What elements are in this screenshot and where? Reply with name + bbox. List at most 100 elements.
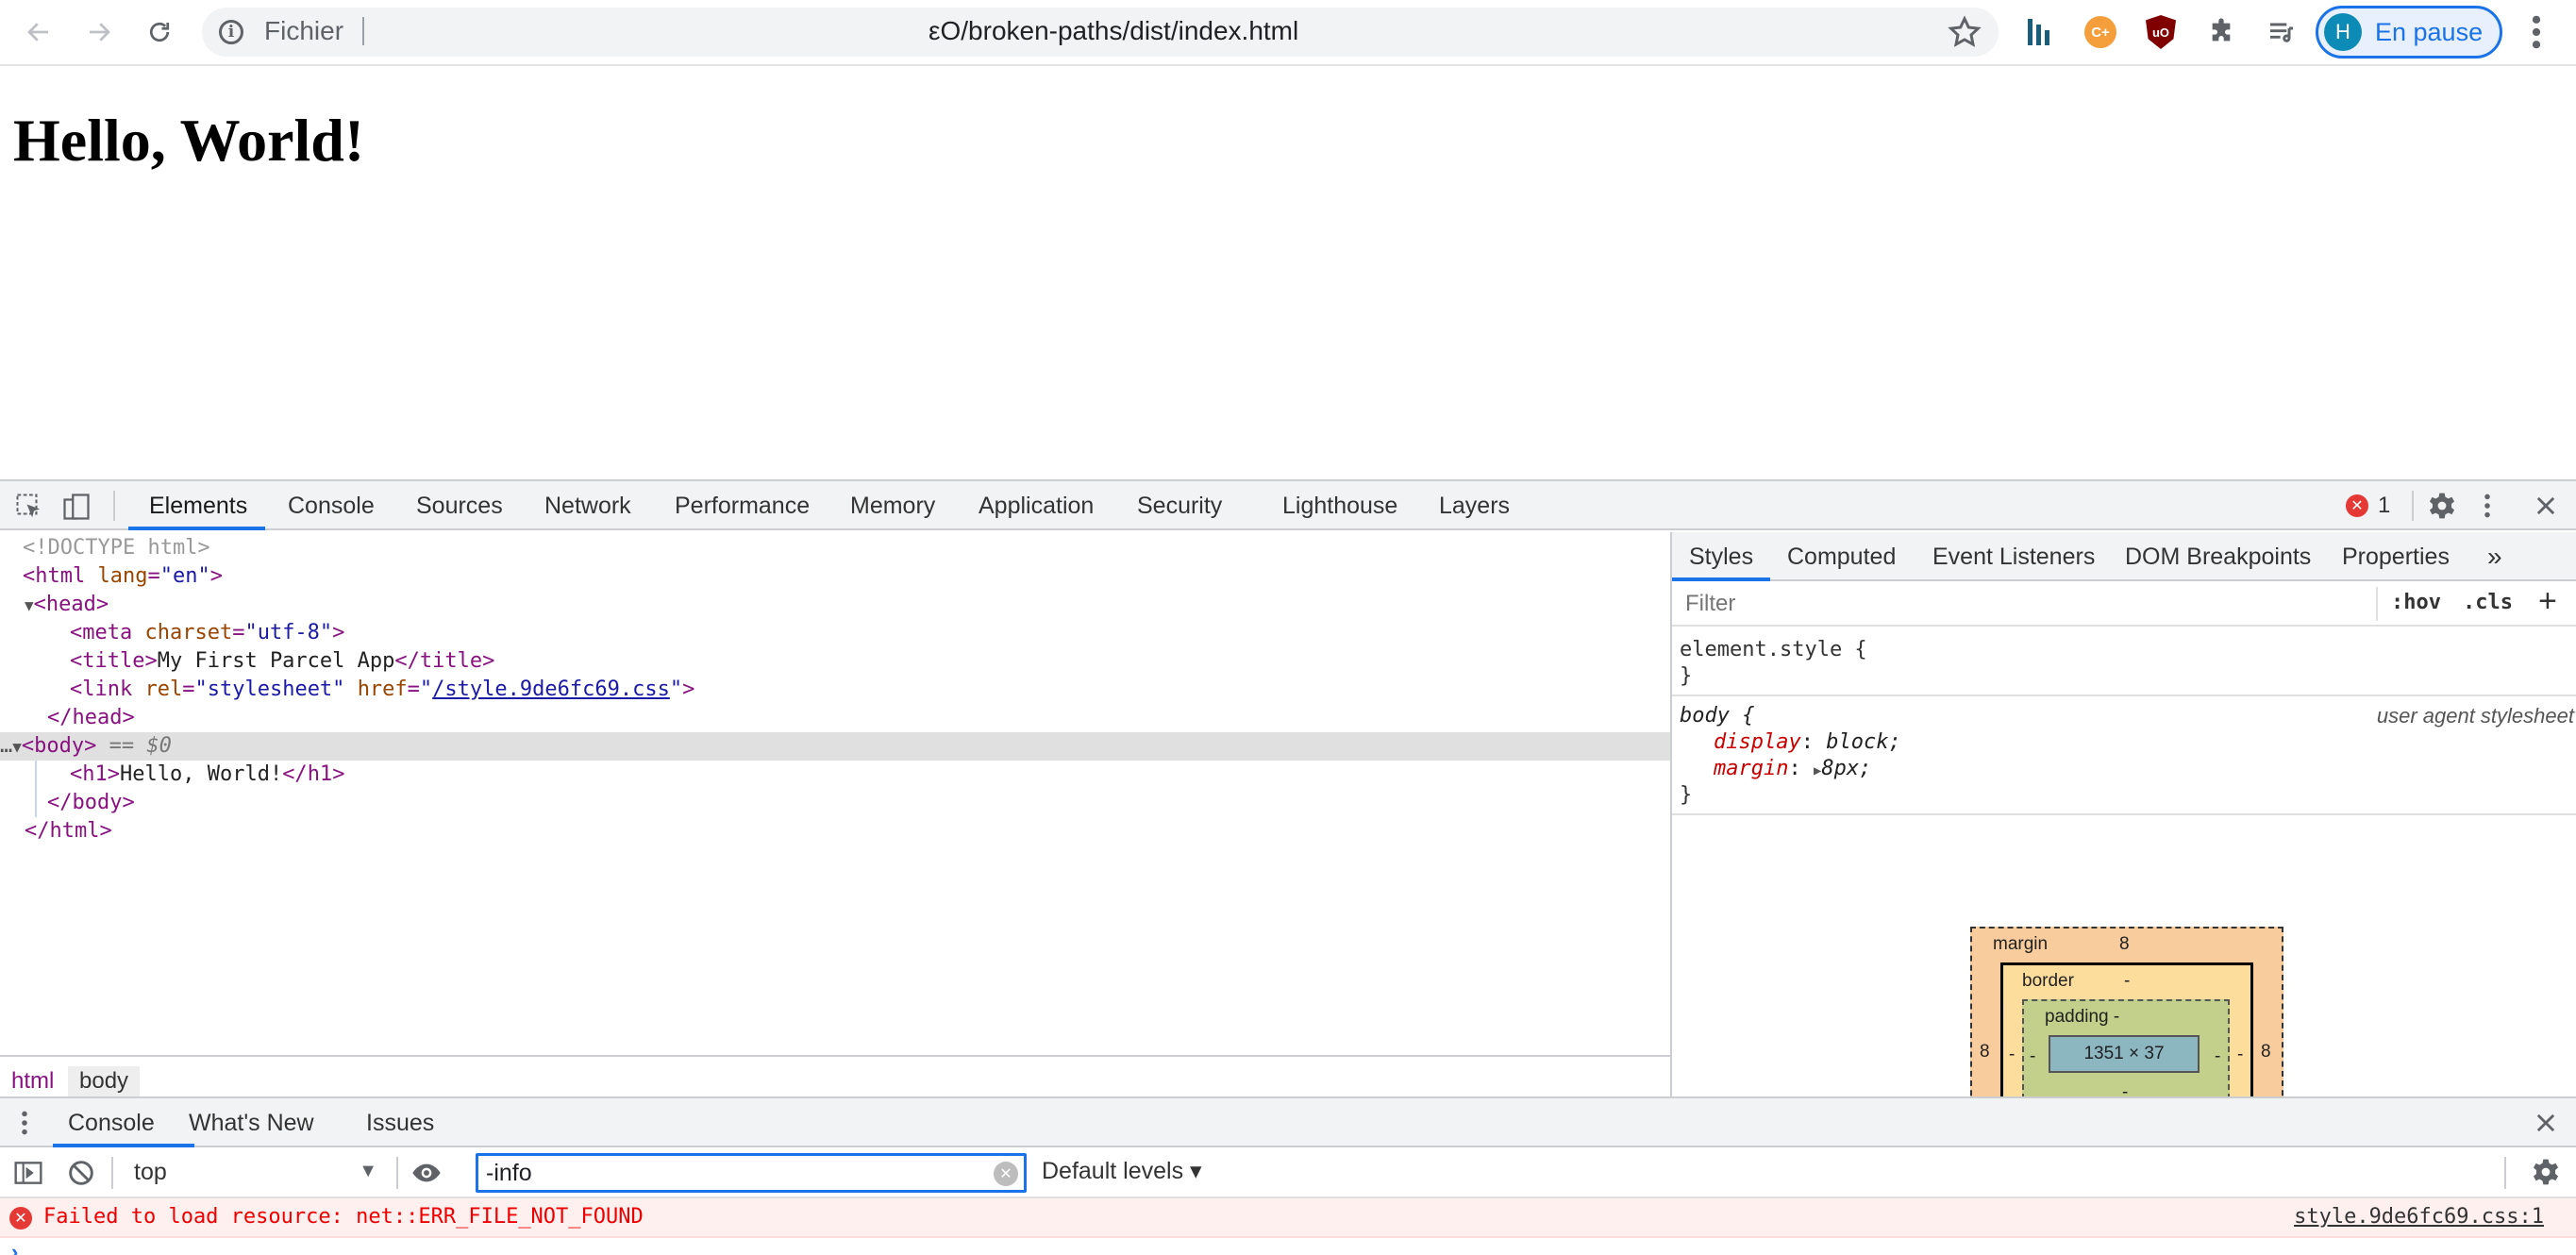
forward-button[interactable] [79,12,119,52]
tab-memory[interactable]: Memory [850,481,935,530]
border-top-value[interactable]: - [2124,971,2130,992]
padding-left-value[interactable]: - [2030,1046,2035,1067]
box-model-padding[interactable]: padding - - - - 1351 × 37 [2022,999,2230,1109]
settings-gear-icon[interactable] [2427,491,2457,521]
margin-left-value[interactable]: 8 [1980,1042,1990,1063]
tab-layers[interactable]: Layers [1439,481,1510,530]
tab-elements[interactable]: Elements [149,481,247,530]
stylesheet-link[interactable]: /style.9de6fc69.css [432,678,670,701]
tab-properties[interactable]: Properties [2342,532,2450,581]
log-levels-dropdown[interactable]: Default levels ▾ [1042,1157,1202,1185]
dom-head-close[interactable]: </head> [0,704,1670,732]
dom-title-node[interactable]: <title>My First Parcel App</title> [0,647,1670,676]
tab-console[interactable]: Console [288,481,375,530]
dom-html-node[interactable]: <html lang="en"> [0,562,1670,591]
console-settings-gear-icon[interactable] [2531,1157,2561,1187]
tab-event-listeners[interactable]: Event Listeners [1932,532,2095,581]
dom-doctype[interactable]: <!DOCTYPE html> [0,534,1670,562]
close-drawer-icon[interactable] [2533,1110,2559,1136]
dom-head-node[interactable]: ▼<head> [0,591,1670,619]
device-toolbar-icon[interactable] [62,493,91,521]
expand-triangle-icon[interactable]: ▼ [25,596,34,614]
tab-dom-breakpoints[interactable]: DOM Breakpoints [2125,532,2311,581]
info-icon[interactable]: i [219,20,243,44]
clear-filter-icon[interactable]: ✕ [994,1162,1018,1186]
element-style-close: } [1680,664,1693,688]
drawer-tab-console[interactable]: Console [68,1098,155,1147]
extensions-puzzle-icon[interactable] [2202,13,2240,51]
back-button[interactable] [19,12,59,52]
sidebar-toggle-icon[interactable] [13,1158,43,1188]
ellipsis-icon[interactable]: … [0,734,12,758]
margin-top-value[interactable]: 8 [2119,934,2130,955]
close-icon[interactable] [2533,493,2559,519]
tag-html-close: html [49,819,100,843]
context-select[interactable]: top ▼ [125,1155,385,1191]
address-bar[interactable]: i Fichier εO/broken-paths/dist/index.htm… [202,8,1999,57]
prop-display[interactable]: display: block; [1714,730,1901,754]
attr-lang: lang [97,564,148,588]
cls-toggle[interactable]: .cls [2463,591,2513,614]
attr-charset-value: "utf-8" [244,621,333,644]
more-tabs-chevron-icon[interactable]: » [2487,532,2502,581]
toolbar-divider [113,491,115,521]
inspect-element-icon[interactable] [15,493,43,521]
tab-lighthouse[interactable]: Lighthouse [1282,481,1397,530]
tab-application[interactable]: Application [979,481,1094,530]
extension-bars-icon[interactable] [2021,13,2059,51]
expand-triangle-icon[interactable]: ▼ [12,738,22,756]
filter-value: -info [486,1160,532,1186]
dom-tree: <!DOCTYPE html> <html lang="en"> ▼<head>… [0,532,1670,1061]
tab-sources[interactable]: Sources [416,481,503,530]
breadcrumb-body[interactable]: body [68,1066,141,1096]
error-counter[interactable]: ✕ 1 [2346,493,2390,519]
dom-link-node[interactable]: <link rel="stylesheet" href="/style.9de6… [0,676,1670,704]
dom-html-close[interactable]: </html> [0,817,1670,845]
ublock-shield-icon[interactable]: uO [2142,13,2180,51]
more-vertical-icon[interactable] [2523,11,2550,53]
eye-icon[interactable] [410,1158,443,1188]
tab-computed[interactable]: Computed [1787,532,1896,581]
console-filter-input[interactable]: -info ✕ [476,1153,1027,1193]
rule-divider [1672,694,2576,696]
doctype-text: <!DOCTYPE html> [23,536,210,560]
hov-toggle[interactable]: :hov [2391,591,2441,614]
breadcrumb-html[interactable]: html [0,1066,65,1096]
element-style-selector[interactable]: element.style { [1680,638,1867,661]
tab-styles[interactable]: Styles [1689,532,1753,581]
title-text: My First Parcel App [157,649,395,673]
box-model-content[interactable]: 1351 × 37 [2049,1035,2200,1073]
reload-button[interactable] [140,12,179,52]
styles-filter-input[interactable]: Filter [1685,591,1735,617]
dom-h1-node[interactable]: <h1>Hello, World!</h1> [0,761,944,789]
drawer-menu-icon[interactable] [19,1108,30,1138]
dom-body-close[interactable]: </body> [0,789,944,817]
tag-link: link [82,678,133,701]
new-rule-plus-icon[interactable]: + [2538,583,2557,620]
margin-right-value[interactable]: 8 [2261,1042,2271,1063]
padding-right-value[interactable]: - [2215,1046,2220,1067]
tab-security[interactable]: Security [1137,481,1222,530]
attr-rel: rel [144,678,183,701]
border-left-value[interactable]: - [2009,1045,2015,1065]
body-rule-selector[interactable]: body { [1680,704,1754,728]
border-right-value[interactable]: - [2237,1045,2243,1065]
error-count: 1 [2378,493,2391,518]
clear-console-icon[interactable] [66,1158,96,1188]
bookmark-star-icon[interactable] [1946,13,1983,51]
url-text[interactable]: εO/broken-paths/dist/index.html [928,16,1298,46]
media-queue-icon[interactable] [2263,13,2300,51]
profile-button[interactable]: H En pause [2316,6,2502,59]
tab-performance[interactable]: Performance [675,481,810,530]
console-prompt-chevron-icon[interactable]: › [11,1240,18,1255]
drawer-tab-issues[interactable]: Issues [366,1098,434,1147]
dom-body-node-selected[interactable]: …▼<body> == $0 [0,732,1670,761]
extension-cplus-icon[interactable]: C+ [2082,13,2119,51]
dom-meta-node[interactable]: <meta charset="utf-8"> [0,619,1670,647]
more-vertical-icon[interactable] [2480,491,2495,521]
prop-margin[interactable]: margin: ▶8px; [1714,757,1871,780]
tab-network[interactable]: Network [544,481,631,530]
console-error-message[interactable]: ✕ Failed to load resource: net::ERR_FILE… [0,1198,2576,1238]
drawer-tab-whats-new[interactable]: What's New [189,1098,314,1147]
error-source-link[interactable]: style.9de6fc69.css:1 [2294,1205,2544,1229]
